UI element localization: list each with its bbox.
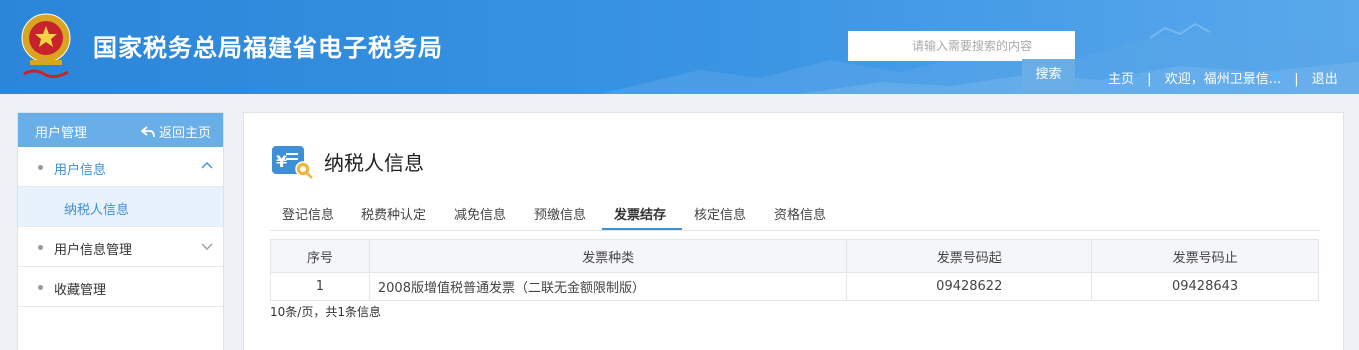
sidebar-item-label: 用户信息管理 [54, 243, 133, 258]
bullet-icon [38, 165, 43, 170]
back-home-link[interactable]: 返回主页 [140, 122, 211, 141]
sidebar-item-user-info-management[interactable]: 用户信息管理 [18, 227, 223, 267]
top-banner: 国家税务总局福建省电子税务局 搜索 主页 | 欢迎，福州卫景信... | 退出 [0, 0, 1359, 94]
column-header: 发票号码起 [846, 239, 1093, 273]
bullet-icon [38, 285, 43, 290]
sidebar-header: 用户管理 返回主页 [18, 113, 223, 147]
tab-bar: 登记信息 税费种认定 减免信息 预缴信息 发票结存 核定信息 资格信息 [270, 195, 1320, 231]
tab-prepayment[interactable]: 预缴信息 [534, 204, 586, 223]
table-cell: 1 [270, 272, 370, 301]
sidebar-item-user-info[interactable]: 用户信息 [18, 147, 223, 187]
sidebar-title: 用户管理 [35, 126, 88, 141]
welcome-user-link[interactable]: 欢迎，福州卫景信... [1165, 68, 1281, 87]
main-panel: ¥ 纳税人信息 登记信息 税费种认定 减免信息 预缴信息 发票结存 核定信息 资… [243, 112, 1344, 350]
chevron-down-icon [201, 243, 213, 250]
bullet-icon [38, 245, 43, 250]
column-header: 发票号码止 [1091, 239, 1319, 273]
table-cell: 2008版增值税普通发票（二联无金额限制版） [368, 272, 848, 301]
chevron-up-icon [201, 162, 213, 169]
tax-bureau-emblem-icon [21, 13, 71, 79]
table-row[interactable]: 1 2008版增值税普通发票（二联无金额限制版） 09428622 094286… [270, 272, 1319, 301]
back-arrow-icon [140, 126, 155, 138]
back-home-label: 返回主页 [158, 126, 211, 141]
tab-assessment[interactable]: 核定信息 [694, 204, 746, 223]
sidebar-subitem-taxpayer-info[interactable]: 纳税人信息 [18, 187, 223, 227]
svg-text:¥: ¥ [276, 152, 287, 171]
link-separator: | [1147, 72, 1152, 87]
tab-invoice-balance[interactable]: 发票结存 [614, 204, 666, 223]
home-link[interactable]: 主页 [1108, 68, 1134, 87]
tab-tax-type[interactable]: 税费种认定 [361, 204, 426, 223]
site-title: 国家税务总局福建省电子税务局 [93, 34, 443, 62]
active-tab-indicator [602, 228, 682, 230]
page-title: 纳税人信息 [324, 151, 424, 175]
invoice-table: 序号 发票种类 发票号码起 发票号码止 1 2008版增值税普通发票（二联无金额… [270, 239, 1319, 301]
column-header: 发票种类 [368, 239, 848, 273]
sidebar: 用户管理 返回主页 用户信息 纳税人信息 用户信息管理 收藏管理 [17, 112, 224, 350]
logout-link[interactable]: 退出 [1312, 68, 1338, 87]
taxpayer-invoice-icon: ¥ [272, 146, 313, 179]
search-input[interactable] [848, 31, 1075, 61]
tab-registration[interactable]: 登记信息 [282, 204, 334, 223]
table-cell: 09428622 [846, 272, 1093, 301]
sidebar-subitem-label: 纳税人信息 [64, 203, 130, 218]
search-button[interactable]: 搜索 [1022, 59, 1075, 90]
column-header: 序号 [270, 239, 370, 273]
table-cell: 09428643 [1091, 272, 1319, 301]
sidebar-item-label: 用户信息 [54, 163, 107, 178]
sidebar-item-label: 收藏管理 [54, 283, 107, 298]
link-separator: | [1294, 72, 1299, 87]
sidebar-item-favorites[interactable]: 收藏管理 [18, 267, 223, 307]
tab-exemption[interactable]: 减免信息 [454, 204, 506, 223]
top-nav-links: 主页 | 欢迎，福州卫景信... | 退出 [1108, 68, 1338, 87]
tab-qualification[interactable]: 资格信息 [774, 204, 826, 223]
table-header-row: 序号 发票种类 发票号码起 发票号码止 [270, 239, 1319, 273]
pagination-info: 10条/页，共1条信息 [270, 305, 381, 319]
